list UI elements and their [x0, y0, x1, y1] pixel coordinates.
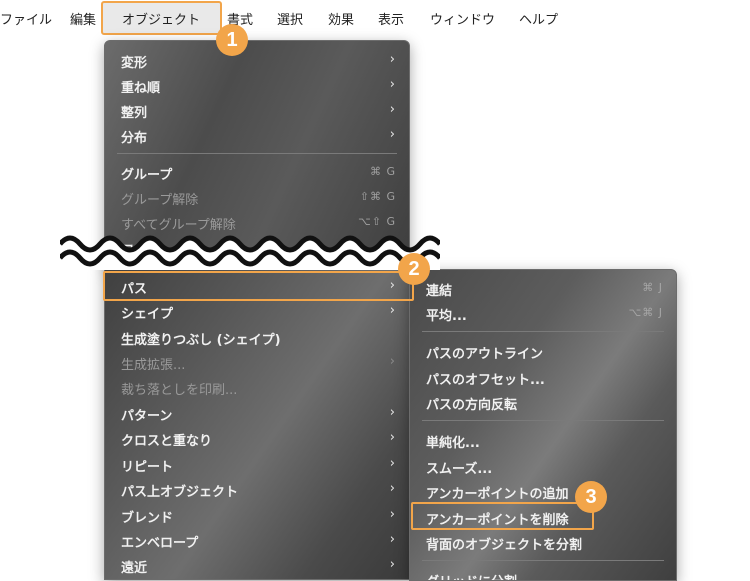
- menu-item-label: エンベロープ: [121, 536, 199, 551]
- menu-item-label: ブレンド: [121, 511, 174, 526]
- menu-item-generative-expand: 生成拡張... ›: [105, 350, 409, 375]
- menu-item-label: 分布: [121, 131, 148, 146]
- menu-item-align[interactable]: 整列 ›: [105, 98, 409, 123]
- menu-item-label: シェイプ: [121, 307, 174, 322]
- chevron-right-icon: ›: [389, 354, 395, 369]
- chevron-right-icon: ›: [389, 405, 395, 420]
- menu-item-arrange[interactable]: 重ね順 ›: [105, 73, 409, 98]
- menu-item-shape[interactable]: シェイプ ›: [105, 299, 409, 324]
- separator: [422, 560, 664, 561]
- menu-item-label: グループ: [121, 168, 173, 183]
- menu-item-label: リピート: [121, 460, 174, 475]
- menu-item-label: 単純化...: [426, 436, 480, 451]
- shortcut-label: ⌘ G: [369, 165, 396, 178]
- menu-item-label: クロスと重なり: [121, 434, 213, 449]
- menu-item-divide-objects-below[interactable]: 背面のオブジェクトを分割: [410, 530, 676, 555]
- chevron-right-icon: ›: [389, 52, 395, 67]
- menu-item-generative-fill[interactable]: 生成塗りつぶし (シェイプ): [105, 325, 409, 350]
- menu-item-label: パスの方向反転: [426, 398, 518, 413]
- separator: [422, 420, 664, 421]
- step-badge-2: 2: [398, 253, 430, 285]
- menu-item-join[interactable]: 連結 ⌘ J: [410, 276, 676, 301]
- menu-item-label: 背面のオブジェクトを分割: [426, 538, 583, 553]
- menu-object[interactable]: オブジェクト: [122, 9, 200, 28]
- chevron-right-icon: ›: [389, 557, 395, 572]
- menu-item-label: 重ね順: [121, 81, 161, 96]
- shortcut-label: ⇧⌘ G: [359, 190, 396, 203]
- chevron-right-icon: ›: [389, 303, 395, 318]
- path-item-highlight: [103, 271, 414, 301]
- menu-item-average[interactable]: 平均... ⌥⌘ J: [410, 301, 676, 326]
- menu-item-label: アンカーポイントの追加: [426, 487, 569, 502]
- menu-item-label: 生成拡張...: [121, 358, 186, 373]
- menu-item-label: パス上オブジェクト: [121, 485, 239, 500]
- chevron-right-icon: ›: [389, 481, 395, 496]
- chevron-right-icon: ›: [389, 456, 395, 471]
- menu-item-label: 整列: [121, 106, 148, 121]
- menu-item-label: パターン: [121, 409, 173, 424]
- menu-item-envelope[interactable]: エンベロープ ›: [105, 528, 409, 553]
- menu-help[interactable]: ヘルプ: [519, 9, 558, 28]
- step-badge-1: 1: [216, 24, 248, 56]
- menu-select[interactable]: 選択: [277, 9, 303, 28]
- menu-item-print-bleed: 裁ち落としを印刷...: [105, 375, 409, 400]
- chevron-right-icon: ›: [389, 507, 395, 522]
- menu-item-intertwine[interactable]: クロスと重なり ›: [105, 426, 409, 451]
- menu-item-blend[interactable]: ブレンド ›: [105, 503, 409, 528]
- menu-item-label: 裁ち落としを印刷...: [121, 383, 238, 398]
- chevron-right-icon: ›: [389, 532, 395, 547]
- menu-item-transform[interactable]: 変形 ›: [105, 48, 409, 73]
- menu-file[interactable]: ファイル: [0, 9, 52, 28]
- chevron-right-icon: ›: [389, 430, 395, 445]
- menu-item-label: パスのオフセット...: [426, 373, 545, 388]
- menu-item-ungroup: グループ解除 ⇧⌘ G: [105, 185, 409, 210]
- shortcut-label: ⌥⌘ J: [628, 306, 663, 319]
- menu-window[interactable]: ウィンドウ: [430, 9, 495, 28]
- menu-item-label: グリッドに分割: [426, 571, 517, 580]
- wave-break-divider: [60, 235, 440, 270]
- menu-item-label: 生成塗りつぶし (シェイプ): [121, 333, 281, 348]
- menu-item-label: 連結: [426, 284, 453, 299]
- menu-effect[interactable]: 効果: [328, 9, 354, 28]
- menu-item-smooth[interactable]: スムーズ...: [410, 454, 676, 479]
- menu-item-repeat[interactable]: リピート ›: [105, 452, 409, 477]
- separator: [422, 331, 664, 332]
- menu-bar: ファイル 編集 オブジェクト 書式 選択 効果 表示 ウィンドウ ヘルプ: [0, 0, 750, 36]
- menu-edit[interactable]: 編集: [70, 9, 96, 28]
- menu-item-pattern[interactable]: パターン ›: [105, 401, 409, 426]
- menu-item-label: グループ解除: [121, 193, 199, 208]
- remove-anchor-highlight: [411, 502, 594, 530]
- menu-item-label: 平均...: [426, 309, 467, 324]
- object-menu-bottom: パス › シェイプ › 生成塗りつぶし (シェイプ) 生成拡張... › 裁ち落…: [104, 263, 410, 580]
- menu-item-objects-on-path[interactable]: パス上オブジェクト ›: [105, 477, 409, 502]
- separator: [117, 153, 397, 154]
- menu-item-simplify[interactable]: 単純化...: [410, 428, 676, 453]
- step-badge-3: 3: [575, 481, 607, 513]
- menu-item-label: スムーズ...: [426, 462, 493, 477]
- menu-item-outline-stroke[interactable]: パスのアウトライン: [410, 339, 676, 364]
- chevron-right-icon: ›: [389, 77, 395, 92]
- chevron-right-icon: ›: [389, 127, 395, 142]
- chevron-right-icon: ›: [389, 102, 395, 117]
- menu-item-label: 変形: [121, 56, 148, 71]
- menu-item-offset-path[interactable]: パスのオフセット...: [410, 365, 676, 390]
- menu-item-label: パスのアウトライン: [426, 347, 544, 362]
- menu-item-label: 遠近: [121, 561, 148, 576]
- menu-item-add-anchor-points[interactable]: アンカーポイントの追加: [410, 479, 676, 504]
- menu-view[interactable]: 表示: [378, 9, 404, 28]
- menu-item-distribute[interactable]: 分布 ›: [105, 123, 409, 148]
- menu-item-reverse-path[interactable]: パスの方向反転: [410, 390, 676, 415]
- shortcut-label: ⌘ J: [642, 281, 663, 294]
- menu-item-perspective[interactable]: 遠近 ›: [105, 553, 409, 578]
- menu-item-group[interactable]: グループ ⌘ G: [105, 160, 409, 185]
- path-submenu: 連結 ⌘ J 平均... ⌥⌘ J パスのアウトライン パスのオフセット... …: [409, 269, 677, 581]
